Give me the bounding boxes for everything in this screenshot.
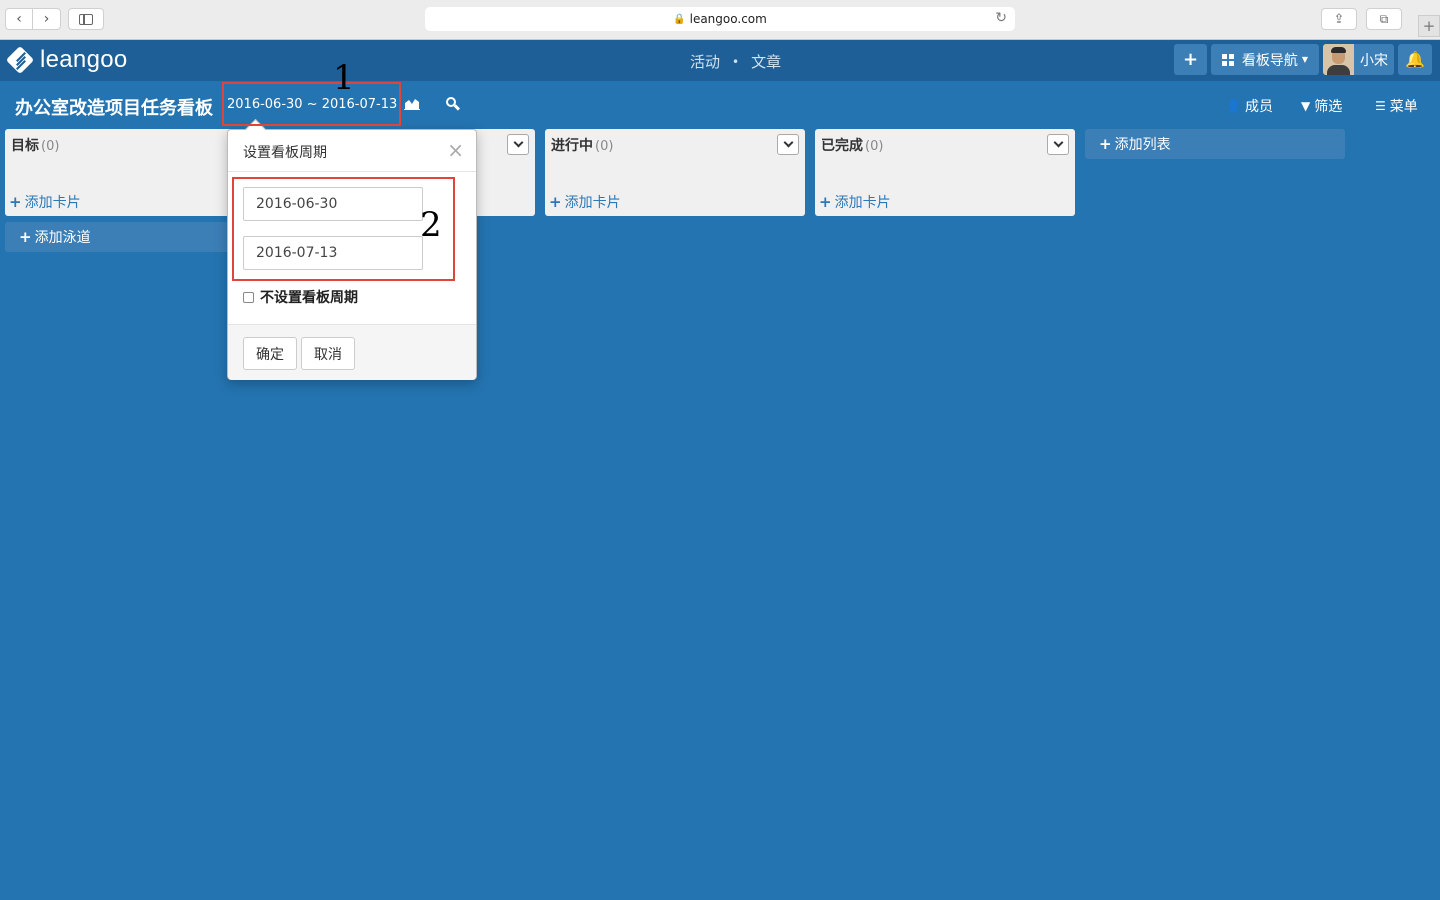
url-text: leangoo.com — [689, 12, 767, 26]
add-card-button[interactable]: + 添加卡片 — [819, 192, 891, 212]
history-nav: ‹ › — [5, 8, 61, 30]
grid-icon — [1221, 53, 1234, 66]
no-period-checkbox[interactable]: 不设置看板周期 — [243, 287, 358, 307]
avatar — [1323, 44, 1354, 75]
plus-icon: + — [9, 193, 22, 211]
activity-link[interactable]: 活动 — [690, 51, 720, 72]
members-button[interactable]: 👤 成员 — [1226, 96, 1273, 116]
plus-icon: + — [1182, 49, 1199, 70]
column-count: (0) — [41, 139, 60, 154]
board-nav-label: 看板导航 — [1241, 52, 1298, 69]
header-links: 活动 • 文章 — [690, 51, 781, 72]
column-title: 已完成 (0) — [821, 138, 884, 154]
list-column-done: 已完成 (0) + 添加卡片 — [815, 129, 1075, 216]
column-menu-button[interactable] — [1047, 134, 1069, 155]
menu-label: 菜单 — [1389, 99, 1418, 115]
address-bar[interactable]: 🔒 leangoo.com ↻ — [425, 7, 1015, 31]
chevron-down-icon — [1053, 137, 1063, 148]
reload-icon[interactable]: ↻ — [995, 10, 1007, 26]
plus-icon: + — [549, 193, 562, 211]
caret-down-icon: ▼ — [1301, 55, 1309, 64]
popover-footer: 确定 取消 — [228, 324, 476, 380]
notifications-button[interactable]: 🔔 — [1398, 44, 1432, 75]
plus-icon: + — [819, 193, 832, 211]
chevron-right-icon: › — [43, 11, 50, 27]
annotation-label-2: 2 — [420, 205, 442, 245]
search-icon[interactable] — [446, 97, 461, 111]
filter-icon: ▼ — [1301, 99, 1311, 113]
board-nav-button[interactable]: 看板导航 ▼ — [1211, 44, 1319, 75]
column-count: (0) — [865, 139, 884, 154]
checkbox[interactable] — [243, 291, 254, 303]
forward-button[interactable]: › — [33, 8, 61, 30]
add-card-button[interactable]: + 添加卡片 — [9, 192, 81, 212]
filter-button[interactable]: ▼ 筛选 — [1301, 96, 1342, 116]
board-title[interactable]: 办公室改造项目任务看板 — [15, 94, 213, 120]
plus-icon: + — [1422, 17, 1436, 35]
user-menu-button[interactable]: 小宋 — [1323, 44, 1394, 75]
column-menu-button[interactable] — [507, 134, 529, 155]
list-column-hidden — [470, 129, 535, 216]
bell-icon: 🔔 — [1405, 50, 1425, 69]
sidebar-icon — [79, 13, 93, 25]
add-card-button[interactable]: + 添加卡片 — [549, 192, 621, 212]
column-title: 进行中 (0) — [551, 138, 614, 154]
column-menu-button[interactable] — [777, 134, 799, 155]
browser-toolbar: ‹ › 🔒 leangoo.com ↻ ⇪ ⧉ + — [0, 0, 1440, 40]
list-column-goal: 目标 (0) + 添加卡片 — [5, 129, 235, 216]
app-header: leangoo 活动 • 文章 + 看板导航 ▼ 小宋 🔔 — [0, 40, 1440, 81]
list-column-in-progress: 进行中 (0) + 添加卡片 — [545, 129, 805, 216]
new-tab-button[interactable]: + — [1418, 15, 1440, 37]
confirm-button[interactable]: 确定 — [243, 337, 297, 370]
chevron-down-icon — [513, 137, 523, 148]
sidebar-toggle-button[interactable] — [68, 8, 104, 30]
chevron-down-icon — [783, 137, 793, 148]
filter-label: 筛选 — [1314, 99, 1343, 115]
articles-link[interactable]: 文章 — [751, 51, 781, 72]
annotation-box-1 — [222, 82, 401, 126]
lock-icon: 🔒 — [673, 13, 686, 25]
no-period-label: 不设置看板周期 — [260, 290, 358, 306]
members-label: 成员 — [1244, 99, 1273, 115]
back-button[interactable]: ‹ — [5, 8, 33, 30]
column-count: (0) — [595, 139, 614, 154]
user-icon: 👤 — [1226, 99, 1241, 113]
plus-icon: + — [19, 228, 32, 246]
tab-overview-button[interactable]: ⧉ — [1366, 8, 1402, 30]
logo[interactable]: leangoo — [5, 45, 128, 75]
add-button[interactable]: + — [1174, 44, 1207, 75]
area-chart-icon[interactable] — [404, 97, 420, 110]
popover-title: 设置看板周期 — [243, 145, 327, 161]
share-button[interactable]: ⇪ — [1321, 8, 1357, 30]
column-title: 目标 (0) — [11, 138, 60, 154]
user-name: 小宋 — [1360, 52, 1388, 69]
add-list-button[interactable]: + 添加列表 — [1085, 129, 1345, 159]
divider — [228, 171, 476, 172]
add-swimlane-button[interactable]: + 添加泳道 — [5, 222, 230, 252]
logo-text: leangoo — [40, 46, 128, 73]
plus-icon: + — [1099, 135, 1112, 153]
hamburger-icon: ☰ — [1375, 99, 1386, 113]
tabs-icon: ⧉ — [1379, 11, 1389, 26]
cancel-button[interactable]: 取消 — [301, 337, 355, 370]
annotation-label-1: 1 — [333, 58, 355, 98]
link-separator: • — [732, 54, 740, 69]
chevron-left-icon: ‹ — [16, 11, 22, 27]
share-icon: ⇪ — [1333, 11, 1345, 27]
logo-icon — [5, 45, 35, 75]
close-icon[interactable]: × — [447, 138, 464, 162]
menu-button[interactable]: ☰ 菜单 — [1375, 96, 1418, 116]
